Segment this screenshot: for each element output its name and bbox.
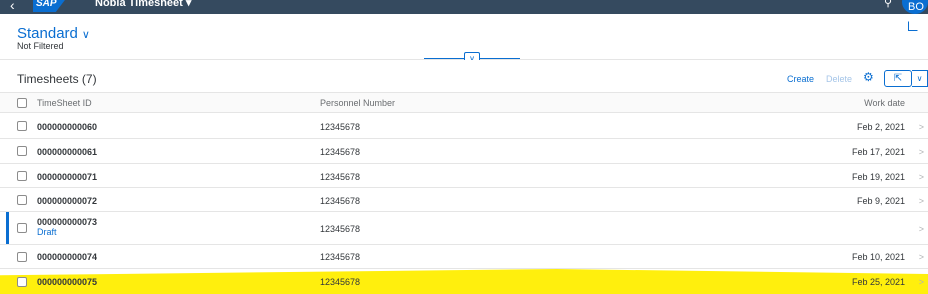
table-row[interactable]: 000000000071 12345678 Feb 19, 2021 > bbox=[0, 164, 928, 188]
table-row[interactable]: 000000000073 Draft 12345678 > bbox=[0, 212, 928, 245]
table-row[interactable]: 000000000074 12345678 Feb 10, 2021 > bbox=[0, 245, 928, 269]
row-checkbox[interactable] bbox=[17, 194, 27, 205]
table-row[interactable]: 000000000072 12345678 Feb 9, 2021 > bbox=[0, 188, 928, 212]
share-icon[interactable] bbox=[908, 21, 918, 31]
chevron-left-icon[interactable]: ‹ bbox=[10, 0, 15, 13]
work-date: Feb 2, 2021 bbox=[856, 122, 905, 132]
timesheets-table: Timesheets (7) Create Delete ⚙ ⇱ ∨ TimeS… bbox=[0, 60, 928, 294]
chevron-right-icon[interactable]: > bbox=[919, 147, 924, 157]
draft-status: Draft bbox=[37, 227, 57, 237]
filter-status: Not Filtered bbox=[17, 41, 64, 51]
timesheet-id: 000000000061 bbox=[37, 147, 98, 157]
row-checkbox[interactable] bbox=[17, 223, 27, 233]
work-date: Feb 17, 2021 bbox=[851, 147, 905, 157]
timesheet-id: 000000000075 bbox=[37, 277, 98, 287]
chevron-right-icon[interactable]: > bbox=[919, 224, 924, 234]
logo-text: SAP bbox=[36, 0, 57, 9]
sap-logo[interactable]: SAP bbox=[33, 0, 71, 12]
work-date: Feb 9, 2021 bbox=[856, 196, 905, 206]
row-checkbox[interactable] bbox=[17, 251, 27, 262]
work-date: Feb 25, 2021 bbox=[851, 277, 905, 287]
row-checkbox[interactable] bbox=[17, 121, 27, 131]
timesheet-id: 000000000071 bbox=[37, 172, 98, 182]
avatar[interactable]: BO bbox=[902, 0, 928, 14]
table-title: Timesheets (7) bbox=[17, 72, 97, 86]
table-toolbar: Timesheets (7) Create Delete ⚙ ⇱ ∨ bbox=[0, 65, 928, 91]
table-row[interactable]: 000000000075 12345678 Feb 25, 2021 > bbox=[0, 269, 928, 294]
delete-button[interactable]: Delete bbox=[826, 74, 852, 84]
chevron-down-icon[interactable]: ∨ bbox=[912, 70, 928, 87]
personnel-number: 12345678 bbox=[320, 147, 361, 157]
timesheet-id: 000000000072 bbox=[37, 196, 98, 206]
timesheet-id: 000000000074 bbox=[37, 252, 98, 262]
timesheet-id: 000000000073 bbox=[37, 217, 98, 227]
row-checkbox[interactable] bbox=[17, 146, 27, 156]
variant-name: Standard bbox=[17, 25, 78, 42]
personnel-number: 12345678 bbox=[320, 277, 361, 287]
chevron-right-icon[interactable]: > bbox=[919, 122, 924, 132]
personnel-number: 12345678 bbox=[320, 224, 361, 234]
app-title-menu[interactable]: Nobia Timesheet ▾ bbox=[95, 0, 191, 9]
timesheet-id: 000000000060 bbox=[37, 122, 98, 132]
chevron-right-icon[interactable]: > bbox=[919, 196, 924, 206]
row-checkbox[interactable] bbox=[17, 170, 27, 181]
create-button[interactable]: Create bbox=[787, 74, 814, 84]
personnel-number: 12345678 bbox=[320, 196, 361, 206]
row-checkbox[interactable] bbox=[17, 276, 27, 287]
personnel-number: 12345678 bbox=[320, 122, 361, 132]
select-all-checkbox[interactable] bbox=[17, 98, 27, 108]
personnel-number: 12345678 bbox=[320, 252, 361, 262]
variant-management[interactable]: Standard ∨ bbox=[17, 25, 90, 42]
personnel-number: 12345678 bbox=[320, 172, 361, 182]
filter-header: Standard ∨ Not Filtered ∨ bbox=[0, 14, 928, 65]
chevron-right-icon[interactable]: > bbox=[919, 172, 924, 182]
shell-bar: ‹ SAP Nobia Timesheet ▾ ⚲ BO bbox=[0, 0, 928, 14]
table-row[interactable]: 000000000061 12345678 Feb 17, 2021 > bbox=[0, 139, 928, 164]
search-icon[interactable]: ⚲ bbox=[884, 0, 892, 9]
work-date: Feb 10, 2021 bbox=[851, 252, 905, 262]
column-header-timesheet-id[interactable]: TimeSheet ID bbox=[37, 98, 92, 108]
table-row[interactable]: 000000000060 12345678 Feb 2, 2021 > bbox=[0, 114, 928, 139]
chevron-right-icon[interactable]: > bbox=[919, 252, 924, 262]
gear-icon[interactable]: ⚙ bbox=[863, 70, 874, 84]
draft-row-marker bbox=[6, 212, 9, 244]
column-header-personnel-number[interactable]: Personnel Number bbox=[320, 98, 395, 108]
column-header-work-date[interactable]: Work date bbox=[864, 98, 905, 108]
chevron-right-icon[interactable]: > bbox=[919, 277, 924, 287]
work-date: Feb 19, 2021 bbox=[851, 172, 905, 182]
column-header-row: TimeSheet ID Personnel Number Work date bbox=[0, 92, 928, 113]
chevron-down-icon: ∨ bbox=[81, 29, 90, 41]
export-button[interactable]: ⇱ bbox=[884, 70, 912, 87]
